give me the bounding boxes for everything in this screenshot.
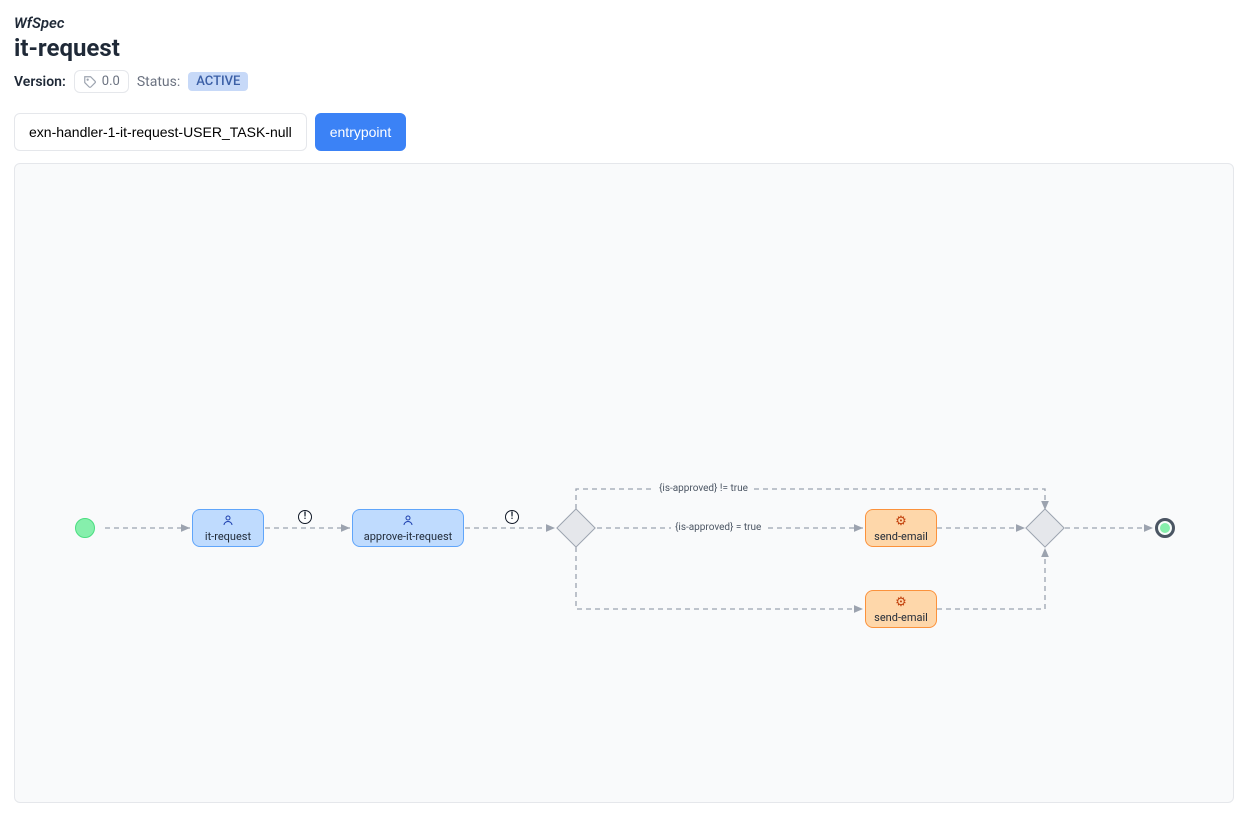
gateway-diamond-icon bbox=[556, 508, 596, 548]
task-label: approve-it-request bbox=[364, 530, 452, 543]
error-icon[interactable]: ! bbox=[505, 510, 519, 524]
tabs-row: exn-handler-1-it-request-USER_TASK-null … bbox=[14, 113, 1234, 151]
end-circle-icon bbox=[1155, 518, 1175, 538]
end-event[interactable] bbox=[1155, 518, 1175, 538]
start-event[interactable] bbox=[75, 518, 95, 538]
gateway-join[interactable] bbox=[1031, 514, 1059, 542]
user-task-icon bbox=[402, 514, 414, 528]
task-label: send-email bbox=[874, 530, 928, 543]
task-label: send-email bbox=[874, 611, 928, 624]
service-task-icon: ⚙ bbox=[895, 596, 907, 609]
tab-entrypoint[interactable]: entrypoint bbox=[315, 113, 406, 151]
task-it-request[interactable]: it-request bbox=[192, 509, 264, 547]
task-send-email-2[interactable]: ⚙ send-email bbox=[865, 590, 937, 628]
page-title: it-request bbox=[14, 34, 1234, 62]
task-label: it-request bbox=[205, 530, 251, 543]
task-send-email-1[interactable]: ⚙ send-email bbox=[865, 509, 937, 547]
user-task-icon bbox=[222, 514, 234, 528]
service-task-icon: ⚙ bbox=[895, 515, 907, 528]
version-label: Version: bbox=[14, 74, 66, 90]
edges-layer bbox=[15, 164, 1233, 802]
status-label: Status: bbox=[137, 74, 180, 90]
breadcrumb[interactable]: WfSpec bbox=[14, 14, 1234, 32]
version-value: 0.0 bbox=[102, 74, 120, 89]
edge-label-approved: {is-approved} = true bbox=[671, 521, 765, 534]
start-circle-icon bbox=[75, 518, 95, 538]
gateway-split[interactable] bbox=[562, 514, 590, 542]
error-icon[interactable]: ! bbox=[298, 510, 312, 524]
tab-exn-handler[interactable]: exn-handler-1-it-request-USER_TASK-null bbox=[14, 113, 307, 151]
diagram-canvas[interactable]: it-request ! approve-it-request ! {is-ap… bbox=[14, 163, 1234, 803]
gateway-diamond-icon bbox=[1025, 508, 1065, 548]
meta-row: Version: 0.0 Status: ACTIVE bbox=[14, 70, 1234, 93]
task-approve-it-request[interactable]: approve-it-request bbox=[352, 509, 464, 547]
version-chip[interactable]: 0.0 bbox=[74, 70, 129, 93]
edge-label-not-approved: {is-approved} != true bbox=[655, 482, 752, 495]
status-badge: ACTIVE bbox=[188, 72, 248, 91]
tag-icon bbox=[83, 75, 97, 89]
